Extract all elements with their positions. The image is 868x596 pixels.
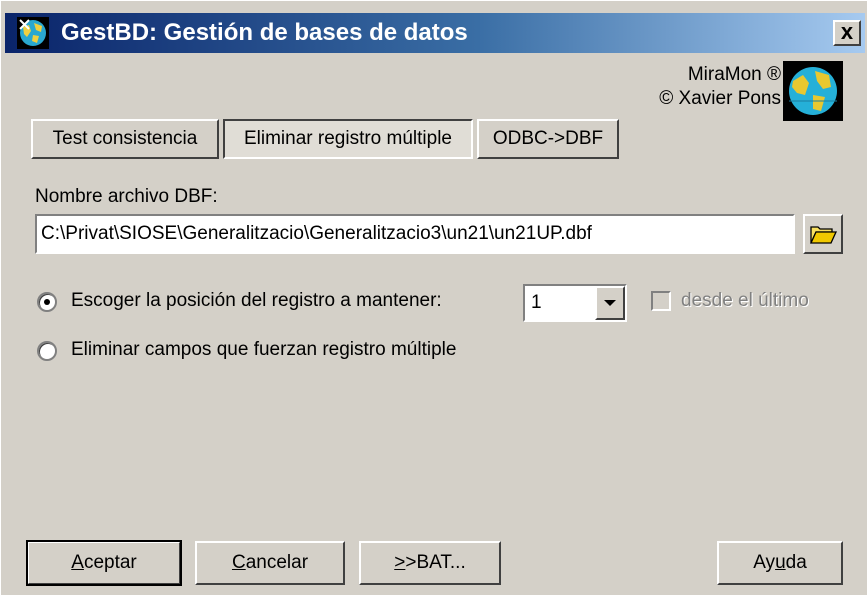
position-select-value: 1 [531, 292, 542, 313]
brand-text: MiraMon ® © Xavier Pons [659, 63, 781, 111]
title-bar[interactable]: GestBD: Gestión de bases de datos x [5, 13, 865, 53]
from-last-checkbox[interactable] [651, 291, 671, 311]
help-label-end: da [785, 552, 807, 573]
tab-test-consistencia[interactable]: Test consistencia [31, 119, 219, 159]
tab-test-consistencia-label: Test consistencia [52, 128, 198, 149]
brand-line-2: © Xavier Pons [659, 88, 781, 109]
help-label-start: Ay [753, 552, 776, 573]
bat-button[interactable]: >>BAT... [359, 541, 501, 585]
folder-open-icon [809, 226, 838, 244]
accept-button[interactable]: Aceptar [26, 540, 182, 586]
cancel-button[interactable]: Cancelar [195, 541, 345, 585]
bat-mnemonic: > [394, 552, 406, 573]
radio-keep-position-dot [44, 299, 50, 305]
tab-eliminar-registro[interactable]: Eliminar registro múltiple [223, 119, 473, 159]
tab-eliminar-registro-label: Eliminar registro múltiple [243, 128, 452, 149]
cancel-label: ancelar [245, 552, 309, 573]
close-button[interactable]: x [833, 20, 861, 46]
browse-button[interactable] [803, 214, 843, 254]
position-select-arrow[interactable] [595, 286, 625, 320]
tab-odbc-dbf-label: ODBC->DBF [492, 128, 604, 149]
position-select[interactable]: 1 [523, 284, 627, 322]
radio-keep-position[interactable] [37, 292, 57, 312]
from-last-label: desde el último [681, 290, 809, 311]
dialog-window: GestBD: Gestión de bases de datos x Mira… [0, 0, 868, 596]
help-button[interactable]: Ayuda [717, 541, 843, 585]
cancel-mnemonic: C [231, 552, 246, 573]
window-title: GestBD: Gestión de bases de datos [61, 19, 468, 46]
accept-mnemonic: A [71, 552, 84, 573]
radio-remove-fields[interactable] [37, 341, 57, 361]
file-label: Nombre archivo DBF: [35, 186, 218, 207]
help-mnemonic: u [775, 552, 786, 573]
radio-keep-position-label[interactable]: Escoger la posición del registro a mante… [71, 290, 442, 312]
accept-label: ceptar [83, 552, 137, 573]
app-globe-icon [17, 17, 49, 49]
bat-label: >BAT... [405, 552, 466, 573]
radio-remove-fields-label[interactable]: Eliminar campos que fuerzan registro múl… [71, 339, 456, 361]
miramon-globe-logo [783, 61, 843, 121]
chevron-down-icon [604, 300, 616, 306]
brand-line-1: MiraMon ® [687, 64, 781, 85]
dbf-path-input[interactable]: C:\Privat\SIOSE\Generalitzacio\Generalit… [35, 214, 795, 254]
tab-odbc-dbf[interactable]: ODBC->DBF [477, 119, 619, 159]
